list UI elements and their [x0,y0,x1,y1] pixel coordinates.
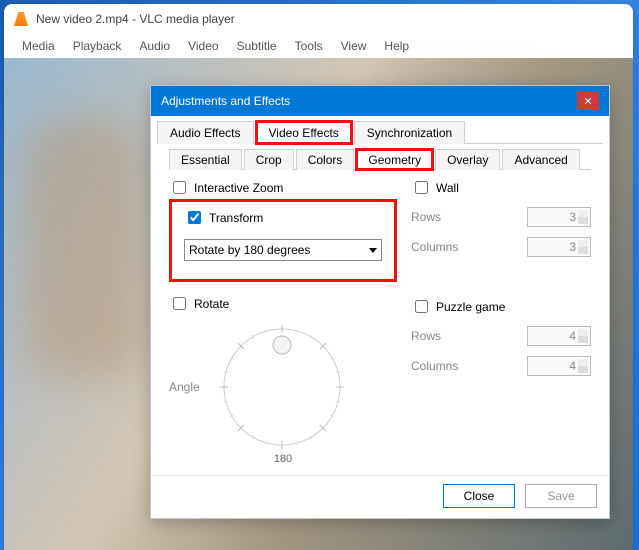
subtab-crop[interactable]: Crop [244,149,294,170]
menu-subtitle[interactable]: Subtitle [237,39,277,53]
puzzle-input[interactable] [415,300,428,313]
dialog-titlebar: Adjustments and Effects ✕ [151,86,609,116]
sub-tabs: Essential Crop Colors Geometry Overlay A… [169,148,591,170]
subtab-essential[interactable]: Essential [169,149,242,170]
vlc-icon [14,12,28,26]
wall-cols-label: Columns [411,240,458,254]
adjustments-dialog: Adjustments and Effects ✕ Audio Effects … [150,85,610,519]
dialog-buttons: Close Save [151,475,609,518]
menubar: Media Playback Audio Video Subtitle Tool… [4,34,633,58]
menu-help[interactable]: Help [384,39,409,53]
wall-cols-spinner[interactable]: 3 [527,237,591,257]
menu-playback[interactable]: Playback [73,39,122,53]
close-button[interactable]: Close [443,484,515,508]
transform-checkbox[interactable]: Transform [184,208,382,227]
puzzle-rows-spinner[interactable]: 4 [527,326,591,346]
window-title: New video 2.mp4 - VLC media player [36,12,235,26]
transform-input[interactable] [188,211,201,224]
menu-audio[interactable]: Audio [139,39,170,53]
puzzle-cols-spinner[interactable]: 4 [527,356,591,376]
titlebar: New video 2.mp4 - VLC media player [4,4,633,34]
dialog-close-button[interactable]: ✕ [577,92,599,110]
puzzle-rows-label: Rows [411,329,441,343]
tab-synchronization[interactable]: Synchronization [354,121,465,144]
subtab-advanced[interactable]: Advanced [502,149,579,170]
angle-label: Angle [169,380,200,394]
rotate-group: Rotate Angle [169,294,397,465]
transform-select[interactable]: Rotate by 180 degrees [184,239,382,261]
main-tabs: Audio Effects Video Effects Synchronizat… [157,120,603,144]
menu-media[interactable]: Media [22,39,55,53]
interactive-zoom-input[interactable] [173,181,186,194]
wall-checkbox[interactable]: Wall [411,178,591,197]
dialog-title: Adjustments and Effects [161,94,290,108]
interactive-zoom-checkbox[interactable]: Interactive Zoom [169,178,397,197]
rotate-checkbox[interactable]: Rotate [169,294,397,313]
puzzle-checkbox[interactable]: Puzzle game [411,297,591,316]
menu-video[interactable]: Video [188,39,218,53]
chevron-down-icon [369,248,377,253]
wall-rows-label: Rows [411,210,441,224]
wall-group: Rows 3 Columns 3 [411,207,591,277]
tab-audio-effects[interactable]: Audio Effects [157,121,254,144]
subtab-geometry[interactable]: Geometry [356,149,433,170]
geometry-panel: Interactive Zoom Transform Rotate by 180… [151,170,609,469]
wall-rows-spinner[interactable]: 3 [527,207,591,227]
subtab-overlay[interactable]: Overlay [435,149,500,170]
tab-video-effects[interactable]: Video Effects [256,121,352,144]
puzzle-group: Rows 4 Columns 4 [411,326,591,376]
wall-input[interactable] [415,181,428,194]
menu-view[interactable]: View [341,39,367,53]
transform-group: Transform Rotate by 180 degrees [169,199,397,282]
save-button[interactable]: Save [525,484,597,508]
rotate-input[interactable] [173,297,186,310]
menu-tools[interactable]: Tools [295,39,323,53]
transform-select-value: Rotate by 180 degrees [189,243,310,257]
rotate-dial[interactable] [212,317,352,457]
subtab-colors[interactable]: Colors [296,149,355,170]
puzzle-cols-label: Columns [411,359,458,373]
